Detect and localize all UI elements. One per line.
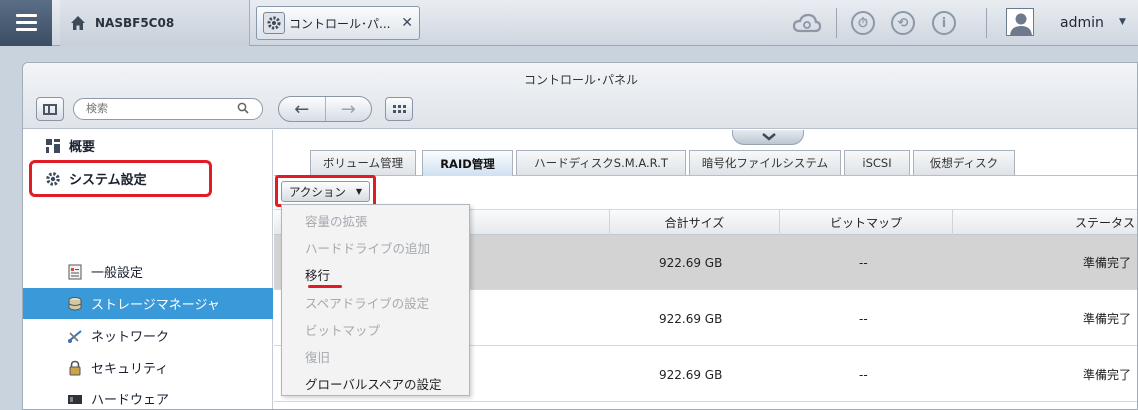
user-avatar-icon[interactable]: [1006, 8, 1034, 36]
highlight-box-storage-manager: [29, 160, 212, 197]
forward-arrow-icon[interactable]: →: [324, 97, 372, 121]
chevron-down-icon[interactable]: ▼: [1119, 17, 1126, 27]
history-nav: ← →: [278, 96, 372, 122]
highlight-box-action: [275, 175, 376, 207]
menu-item-add-hard-drive[interactable]: ハードドライブの追加: [282, 234, 469, 261]
row-bitmap: --: [859, 311, 868, 326]
hardware-icon: [68, 394, 82, 404]
hamburger-icon-bar: [16, 21, 37, 24]
sidebar-toggle-button[interactable]: [36, 97, 64, 121]
row-bitmap: --: [859, 367, 868, 382]
tab-encrypted-file-system[interactable]: 暗号化ファイルシステム: [689, 150, 841, 175]
menu-item-bitmap[interactable]: ビットマップ: [282, 316, 469, 343]
sidebar-item-label: ネットワーク: [91, 330, 170, 345]
row-total-size: 922.69 GB: [659, 255, 723, 270]
control-panel-gear-icon: [263, 12, 285, 34]
row-total-size: 922.69 GB: [659, 311, 723, 326]
column-total-size[interactable]: 合計サイズ: [609, 210, 779, 235]
menu-item-expand-capacity[interactable]: 容量の拡張: [282, 207, 469, 234]
window-title: コントロール･パネル: [523, 73, 638, 87]
action-dropdown-menu: 容量の拡張 ハードドライブの追加 移行 スペアドライブの設定 ビットマップ 復旧…: [281, 204, 470, 396]
close-icon[interactable]: ✕: [401, 15, 413, 31]
sidebar-item-label: 概要: [69, 140, 96, 155]
sidebar-item-label: ハードウェア: [91, 393, 170, 408]
main-menu-button[interactable]: [0, 0, 52, 46]
row-status: 準備完了: [1083, 256, 1132, 270]
row-status: 準備完了: [1083, 312, 1132, 326]
app-tab-control-panel[interactable]: コントロール･パ... ✕: [256, 6, 420, 40]
tab-iscsi[interactable]: iSCSI: [844, 150, 910, 175]
content-area: ボリューム管理 RAID管理 ハードディスクS.M.A.R.T 暗号化ファイルシ…: [274, 130, 1137, 409]
divider: [986, 8, 987, 38]
cloud-icon[interactable]: [792, 0, 822, 46]
window-header: コントロール･パネル ← →: [23, 63, 1137, 129]
app-tab-label: コントロール･パ...: [289, 16, 391, 31]
annotation-underline: [308, 285, 342, 288]
divider: [836, 8, 837, 38]
sidebar-layout-icon: [43, 104, 57, 115]
sidebar-item-security[interactable]: セキュリティ: [23, 352, 273, 383]
tab-volume-management[interactable]: ボリューム管理: [310, 150, 416, 175]
app-grid-icon[interactable]: [385, 97, 413, 121]
device-name: NASBF5C08: [95, 16, 175, 30]
row-total-size: 922.69 GB: [659, 367, 723, 382]
lock-icon: [69, 360, 81, 375]
storage-disk-icon: [68, 296, 82, 310]
chevron-down-icon[interactable]: [732, 130, 804, 145]
home-button[interactable]: NASBF5C08: [60, 0, 250, 46]
sidebar-item-network[interactable]: ネットワーク: [23, 320, 273, 351]
column-bitmap[interactable]: ビットマップ: [779, 210, 952, 235]
back-arrow-icon[interactable]: ←: [279, 97, 325, 121]
sidebar-item-overview[interactable]: 概要: [23, 130, 273, 161]
tab-raid-management[interactable]: RAID管理: [422, 150, 513, 176]
hamburger-icon: [16, 14, 37, 17]
clock-icon[interactable]: ⏱: [851, 11, 875, 35]
home-icon: [71, 16, 85, 30]
column-status[interactable]: ステータス: [952, 210, 1137, 235]
row-status: 準備完了: [1083, 368, 1132, 382]
sidebar-item-hardware[interactable]: ハードウェア: [23, 383, 273, 409]
sync-icon[interactable]: ⟲: [891, 11, 915, 35]
search-input[interactable]: [73, 98, 263, 120]
control-panel-window: コントロール･パネル ← → 概要 システム設定 一般設定 ストレージマネ: [22, 62, 1138, 410]
sidebar-item-general-settings[interactable]: 一般設定: [23, 256, 273, 287]
search-icon[interactable]: [237, 102, 249, 114]
sidebar-item-storage-manager[interactable]: ストレージマネージャ: [23, 288, 273, 319]
tab-virtual-disk[interactable]: 仮想ディスク: [913, 150, 1015, 175]
menu-item-global-spare[interactable]: グローバルスペアの設定: [282, 370, 469, 397]
network-icon: [68, 329, 82, 343]
menu-item-recover[interactable]: 復旧: [282, 343, 469, 370]
general-settings-icon: [68, 264, 82, 279]
menu-item-migrate[interactable]: 移行: [282, 261, 469, 288]
info-icon[interactable]: i: [932, 11, 956, 35]
sidebar-item-label: 一般設定: [91, 266, 144, 281]
overview-grid-icon: [46, 138, 60, 153]
hamburger-icon-bar: [16, 28, 37, 31]
sidebar-item-label: ストレージマネージャ: [91, 298, 220, 313]
tab-hdd-smart[interactable]: ハードディスクS.M.A.R.T: [516, 150, 686, 175]
sidebar-item-label: セキュリティ: [91, 362, 169, 377]
row-bitmap: --: [859, 255, 868, 270]
user-name[interactable]: admin: [1060, 15, 1104, 31]
top-bar: NASBF5C08 コントロール･パ... ✕ ⏱ ⟲ i admin ▼: [0, 0, 1138, 46]
menu-item-set-spare-drive[interactable]: スペアドライブの設定: [282, 289, 469, 316]
